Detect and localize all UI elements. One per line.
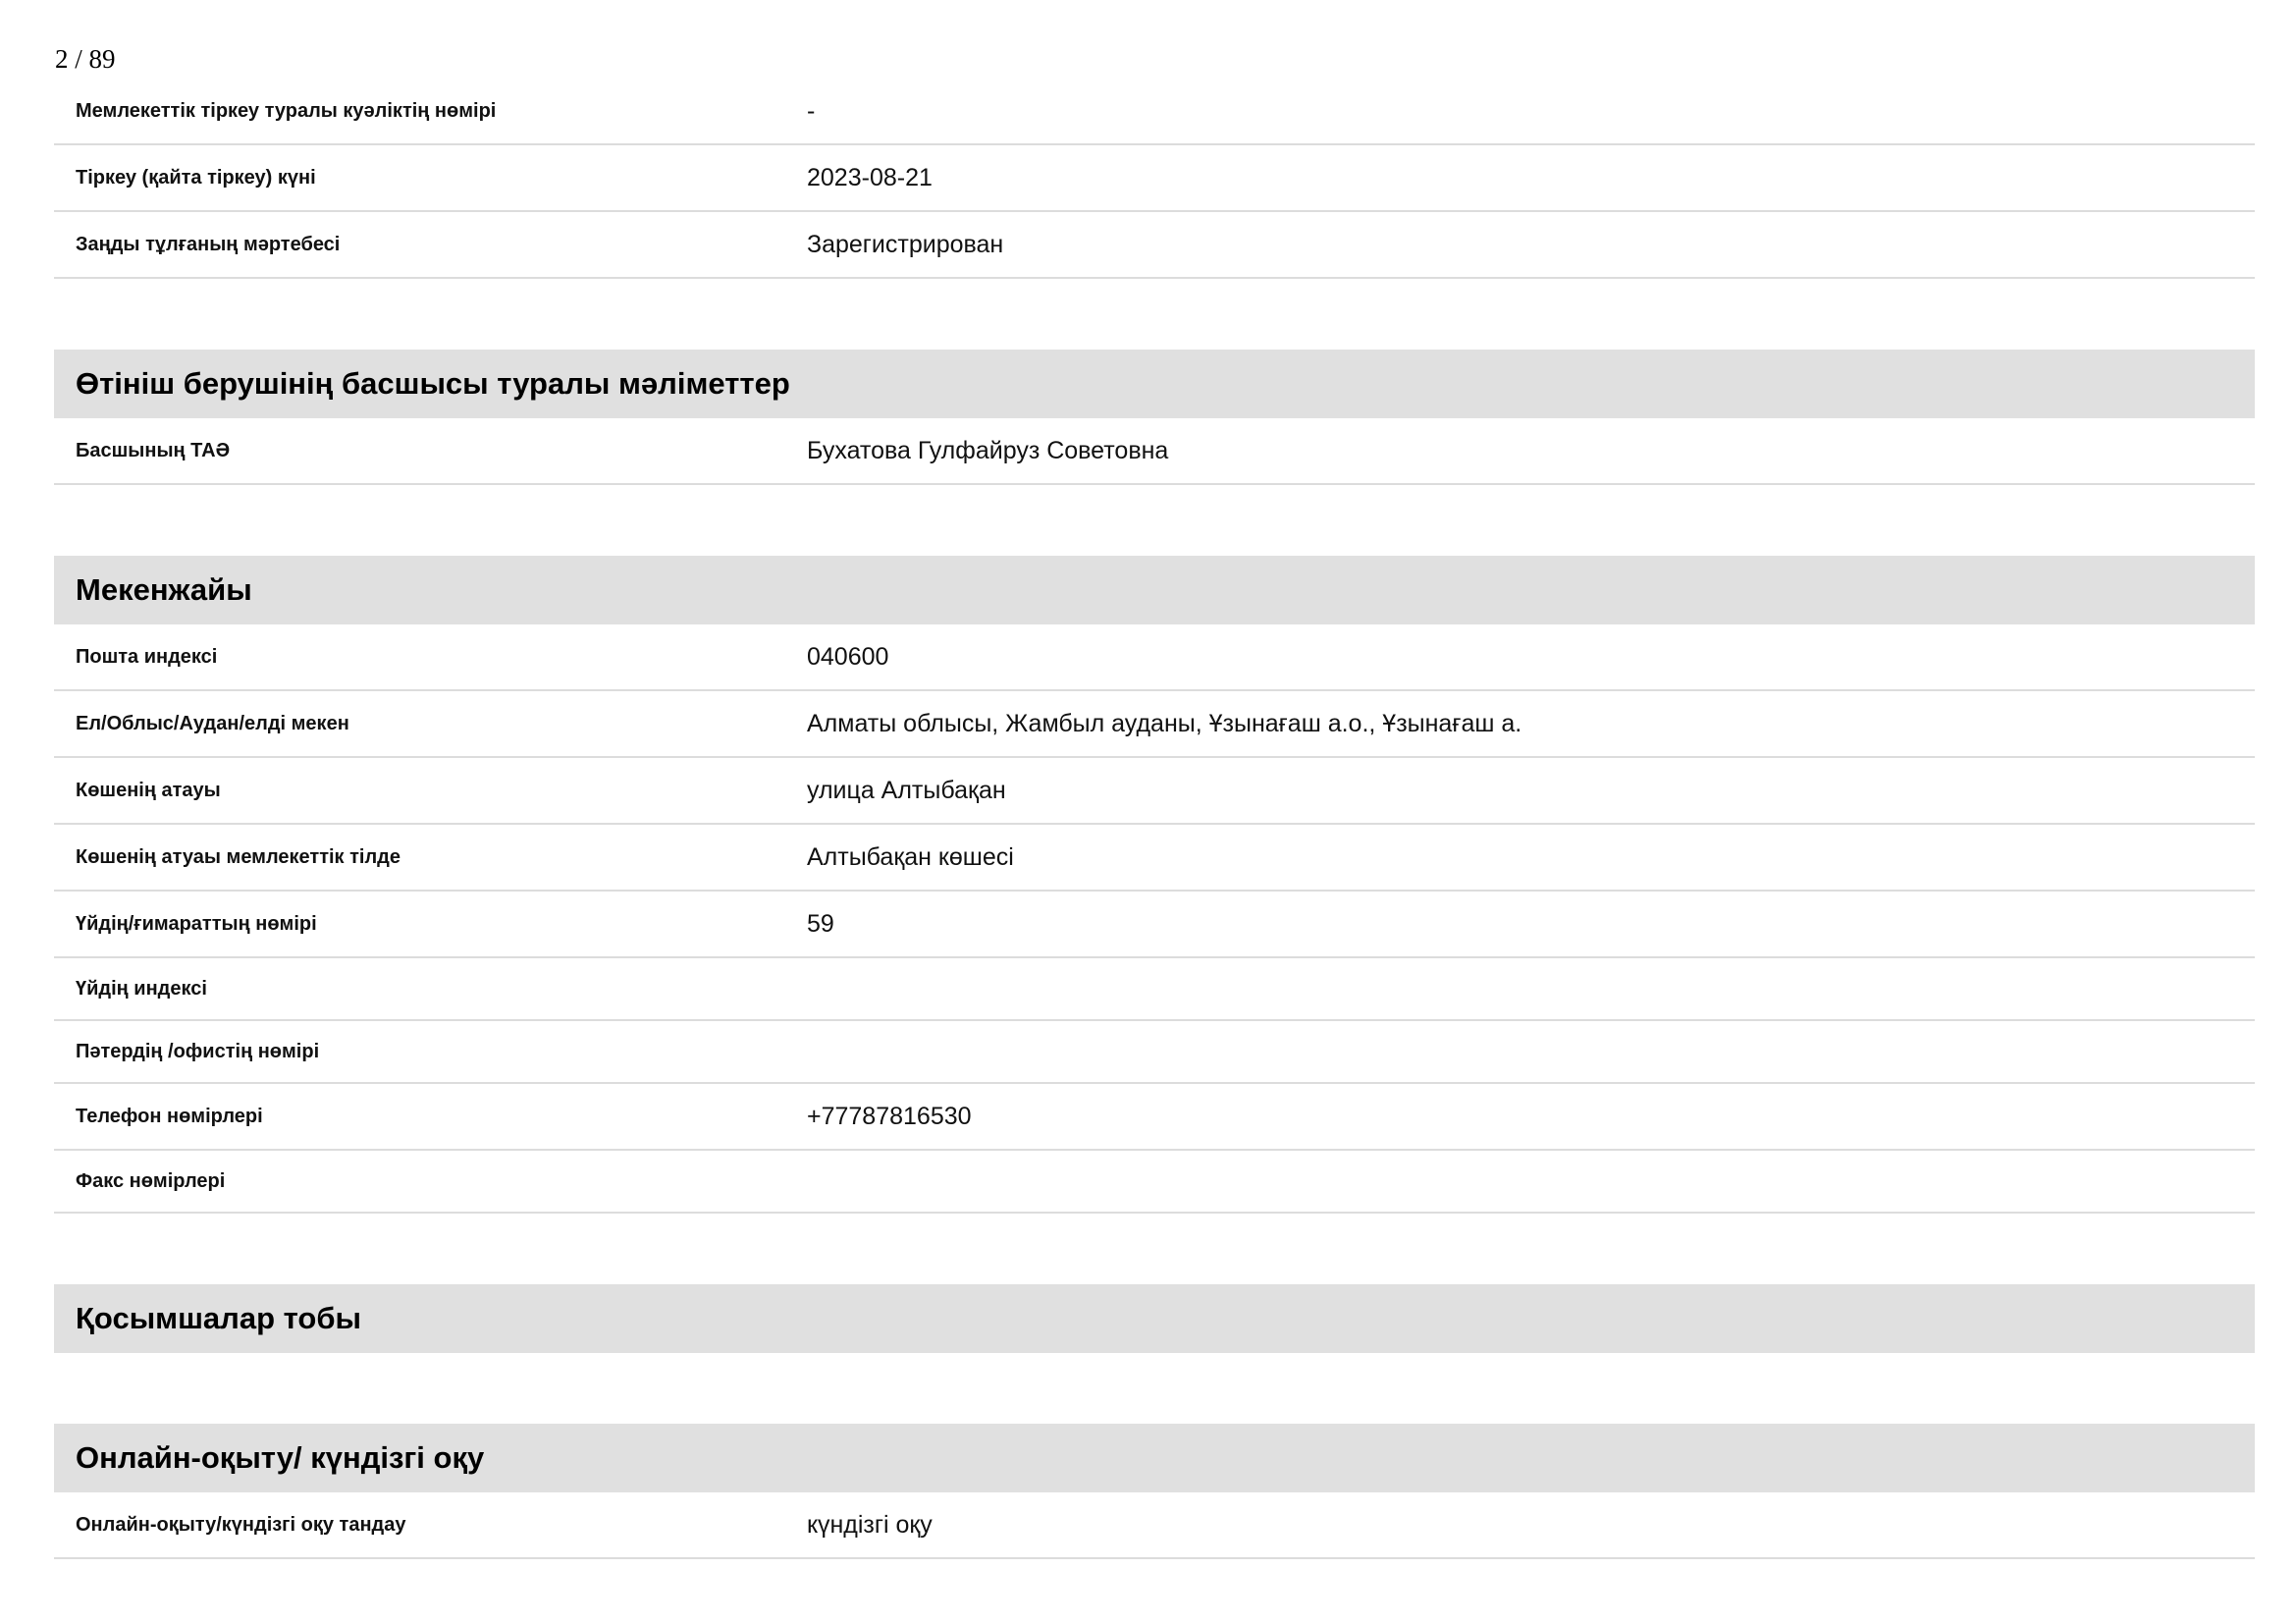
section-header-attachments: Қосымшалар тобы [54, 1284, 2255, 1353]
field-value: - [807, 96, 816, 125]
field-label: Пәтердің /офистің нөмірі [76, 1040, 320, 1062]
field-value: 59 [807, 909, 834, 938]
field-label: Факс нөмірлері [76, 1169, 226, 1192]
field-row-building-number: Үйдің/ғимараттың нөмірі 59 [54, 892, 2255, 958]
field-value: Алтыбақан көшесі [807, 842, 1014, 871]
field-label: Пошта индексі [76, 645, 218, 668]
field-label: Телефон нөмірлері [76, 1105, 263, 1127]
field-value: күндізгі оқу [807, 1510, 933, 1539]
field-value: 2023-08-21 [807, 163, 933, 191]
field-row-house-index: Үйдің индексі [54, 958, 2255, 1021]
field-value: +77787816530 [807, 1102, 972, 1130]
section-header-address: Мекенжайы [54, 556, 2255, 624]
field-label: Көшенің атуаы мемлекеттік тілде [76, 845, 400, 868]
field-label: Ел/Облыс/Аудан/елді мекен [76, 712, 349, 734]
field-value: Алматы облысы, Жамбыл ауданы, Ұзынағаш а… [807, 709, 1522, 737]
field-label: Заңды тұлғаның мәртебесі [76, 233, 341, 255]
field-value: 040600 [807, 642, 889, 671]
field-row-fax-numbers: Факс нөмірлері [54, 1151, 2255, 1214]
field-value: Бухатова Гулфайруз Советовна [807, 436, 1169, 464]
field-row-legal-status: Заңды тұлғаның мәртебесі Зарегистрирован [54, 212, 2255, 279]
field-label: Басшының ТАӘ [76, 439, 231, 461]
field-label: Тіркеу (қайта тіркеу) күні [76, 166, 316, 189]
field-row-apartment-number: Пәтердің /офистің нөмірі [54, 1021, 2255, 1084]
field-label: Үйдің/ғимараттың нөмірі [76, 912, 317, 935]
section-header-head-info: Өтініш берушінің басшысы туралы мәліметт… [54, 350, 2255, 418]
field-label: Мемлекеттік тіркеу туралы куәліктің нөмі… [76, 99, 497, 122]
field-row-street-name: Көшенің атауы улица Алтыбақан [54, 758, 2255, 825]
field-row-registration-date: Тіркеу (қайта тіркеу) күні 2023-08-21 [54, 145, 2255, 212]
field-row-postal-index: Пошта индексі 040600 [54, 624, 2255, 691]
field-row-learning-mode: Онлайн-оқыту/күндізгі оқу тандау күндізг… [54, 1492, 2255, 1559]
field-row-certificate-number: Мемлекеттік тіркеу туралы куәліктің нөмі… [54, 79, 2255, 145]
field-row-street-name-state: Көшенің атуаы мемлекеттік тілде Алтыбақа… [54, 825, 2255, 892]
field-label: Үйдің индексі [76, 977, 207, 1000]
section-header-online-learning: Онлайн-оқыту/ күндізгі оқу [54, 1424, 2255, 1492]
field-row-phone-numbers: Телефон нөмірлері +77787816530 [54, 1084, 2255, 1151]
field-value: улица Алтыбақан [807, 776, 1006, 804]
document-body: Мемлекеттік тіркеу туралы куәліктің нөмі… [54, 79, 2255, 1559]
field-row-locality: Ел/Облыс/Аудан/елді мекен Алматы облысы,… [54, 691, 2255, 758]
field-value: Зарегистрирован [807, 230, 1004, 258]
field-label: Көшенің атауы [76, 779, 221, 801]
field-row-head-name: Басшының ТАӘ Бухатова Гулфайруз Советовн… [54, 418, 2255, 485]
page-number: 2 / 89 [55, 44, 116, 74]
field-label: Онлайн-оқыту/күндізгі оқу тандау [76, 1513, 406, 1536]
